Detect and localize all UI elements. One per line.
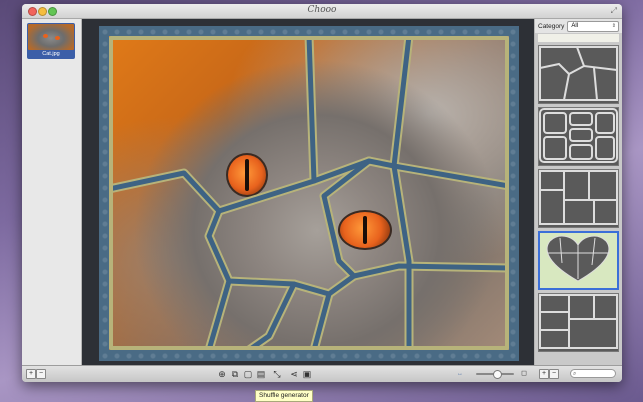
layout-thumbnail-partial[interactable] bbox=[538, 34, 619, 42]
add-file-button[interactable]: + bbox=[26, 369, 36, 379]
cat-thumbnail-image bbox=[28, 24, 74, 50]
title-bar: Chooo ⤢ bbox=[22, 4, 622, 19]
thumb-eye-right bbox=[55, 36, 60, 40]
shuffle-tooltip: Shuffle generator bbox=[255, 390, 313, 402]
fullscreen-icon[interactable]: ⤢ bbox=[611, 6, 617, 16]
category-row: Category All ⇕ bbox=[538, 20, 619, 32]
file-name: Cat.jpg bbox=[42, 51, 60, 57]
layout-panel: Category All ⇕ bbox=[534, 19, 622, 365]
remove-file-button[interactable]: − bbox=[36, 369, 46, 379]
category-value: All bbox=[571, 22, 579, 29]
crop-icon[interactable]: ⧉ bbox=[230, 369, 240, 379]
zoom-in-icon[interactable]: ◻ bbox=[519, 369, 529, 379]
collage-gap bbox=[311, 291, 332, 350]
collage-frame bbox=[99, 26, 519, 361]
chevron-updown-icon: ⇕ bbox=[611, 22, 616, 29]
app-window: Chooo ⤢ Cat.jpg Category All ⇕ + − ⊕ ⧉ ▢… bbox=[22, 4, 622, 382]
layout-thumbnail[interactable] bbox=[538, 169, 619, 228]
collage-grid bbox=[109, 36, 509, 350]
fit-icon[interactable]: ↔ bbox=[455, 369, 465, 379]
zoom-slider-knob[interactable] bbox=[492, 370, 502, 379]
category-label: Category bbox=[538, 22, 565, 30]
file-thumbnail[interactable]: Cat.jpg bbox=[27, 23, 75, 59]
zoom-slider[interactable] bbox=[476, 370, 514, 379]
search-icon: ⌕ bbox=[573, 371, 577, 377]
file-browser: Cat.jpg bbox=[22, 19, 82, 365]
window-title: Chooo bbox=[307, 5, 337, 15]
add-icon[interactable]: ⊕ bbox=[217, 369, 227, 379]
thumb-eye-left bbox=[43, 34, 48, 38]
desktop: { "window": { "title": "Chooo" }, "file_… bbox=[0, 0, 643, 402]
text-icon[interactable]: ▤ bbox=[256, 369, 266, 379]
collage-gap bbox=[391, 36, 412, 169]
layout-list[interactable] bbox=[535, 33, 622, 365]
shuffle-icon[interactable]: ⤡ bbox=[272, 369, 282, 379]
layout-search-input[interactable]: ⌕ bbox=[570, 369, 616, 378]
collage-gap bbox=[206, 278, 232, 350]
bottom-toolbar: + − ⊕ ⧉ ▢ ▤ ⤡ ⋖ ▣ ↔ ◻ + − ⌕ bbox=[22, 365, 622, 382]
collage-photo[interactable] bbox=[109, 36, 509, 350]
collage-canvas[interactable] bbox=[82, 19, 534, 365]
remove-layout-button[interactable]: − bbox=[549, 369, 559, 379]
layout-thumbnail[interactable] bbox=[538, 293, 619, 352]
layout-thumbnail-selected[interactable] bbox=[538, 231, 619, 290]
layout-thumbnail[interactable] bbox=[538, 107, 619, 166]
share-icon[interactable]: ⋖ bbox=[289, 369, 299, 379]
image-icon[interactable]: ▣ bbox=[302, 369, 312, 379]
layout-thumbnail[interactable] bbox=[538, 45, 619, 104]
category-select[interactable]: All ⇕ bbox=[567, 20, 619, 32]
add-layout-button[interactable]: + bbox=[539, 369, 549, 379]
export-icon[interactable]: ▢ bbox=[243, 369, 253, 379]
collage-piece-border bbox=[109, 156, 509, 216]
